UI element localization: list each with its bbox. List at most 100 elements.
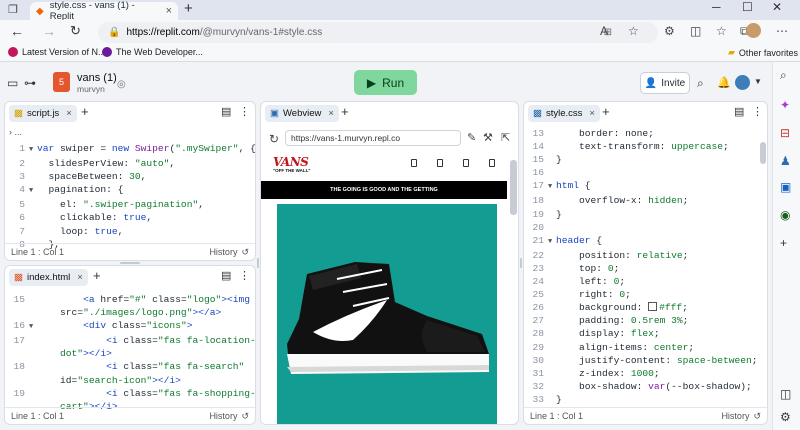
location-icon[interactable] — [411, 159, 417, 167]
split-screen-icon[interactable]: ◫ — [690, 24, 701, 38]
refresh-icon[interactable]: ↻ — [70, 23, 81, 39]
chevron-down-icon[interactable]: ▼ — [754, 77, 762, 86]
settings-more-icon[interactable]: ⋯ — [776, 24, 788, 38]
code-line[interactable]: 23 top: 0; — [524, 262, 758, 275]
code-line[interactable]: 28 display: flex; — [524, 327, 758, 340]
repl-name[interactable]: vans (1) — [77, 72, 117, 84]
repl-owner[interactable]: murvyn — [77, 84, 105, 94]
back-icon[interactable]: ← — [10, 23, 24, 39]
code-line[interactable]: 1 ▼ var swiper = new Swiper(".mySwiper", { — [5, 142, 255, 157]
panel-menu-icon[interactable]: ▤ — [221, 269, 231, 282]
shopping-icon[interactable]: ⊟ — [780, 126, 790, 140]
forward-icon[interactable]: → — [42, 23, 56, 39]
code-line[interactable]: 30 justify-content: space-between; — [524, 354, 757, 367]
color-swatch[interactable] — [648, 302, 658, 312]
edit-icon[interactable]: ✎ — [467, 131, 476, 144]
extensions-icon[interactable]: ⚙ — [664, 24, 675, 38]
code-line[interactable]: 29 align-items: center; — [524, 341, 758, 354]
code-line[interactable]: 21 ▼ header { — [524, 234, 758, 249]
maximize-icon[interactable]: ☐ — [742, 0, 753, 14]
outlook-icon[interactable]: ◉ — [780, 208, 790, 222]
hero-image[interactable] — [277, 204, 497, 424]
fold-chevron-icon[interactable]: ▼ — [29, 144, 37, 157]
favorite-star-icon[interactable]: ☆ — [628, 24, 639, 38]
sidebar-settings-icon[interactable]: ⚙ — [780, 410, 791, 424]
tools-icon[interactable]: ✦ — [780, 98, 790, 112]
resize-handle[interactable] — [520, 258, 522, 268]
code-line[interactable]: 13 border: none; — [524, 127, 758, 140]
webview-content[interactable]: VANS "OFF THE WALL" THE GOING IS GOOD AN… — [261, 149, 507, 424]
code-line[interactable]: 17 <i class="fas fa-location- — [5, 334, 255, 347]
tab-index-html[interactable]: ▩ index.html × — [9, 269, 88, 286]
code-line[interactable]: id="search-icon"></i> — [5, 374, 255, 387]
bookmark-item[interactable]: The Web Developer... — [102, 47, 203, 57]
invite-button[interactable]: 👤 Invite — [640, 72, 690, 94]
code-line[interactable]: 6 clickable: true, — [5, 211, 255, 224]
close-icon[interactable]: × — [589, 108, 595, 119]
close-icon[interactable]: × — [77, 272, 83, 283]
search-icon[interactable]: ⌕ — [780, 68, 787, 83]
address-bar[interactable]: 🔒 https://replit.com/@murvyn/vans-1#styl… — [98, 22, 658, 43]
history-link[interactable]: History — [209, 247, 237, 257]
run-button[interactable]: ▶ Run — [354, 70, 417, 95]
code-line[interactable]: 22 position: relative; — [524, 249, 758, 262]
code-line[interactable]: 19} — [524, 208, 758, 221]
close-tab-icon[interactable]: × — [166, 5, 172, 17]
resize-handle[interactable] — [257, 258, 259, 268]
code-line[interactable]: 5 el: ".swiper-pagination", — [5, 198, 255, 211]
code-line[interactable]: 4 ▼ pagination: { — [5, 183, 255, 198]
code-line[interactable]: 3 spaceBetween: 30, — [5, 170, 255, 183]
add-sidebar-icon[interactable]: + — [780, 236, 787, 250]
user-avatar[interactable] — [735, 75, 750, 90]
code-line[interactable]: 24 left: 0; — [524, 275, 758, 288]
vans-logo[interactable]: VANS — [273, 155, 309, 169]
code-line[interactable]: 7 loop: true, — [5, 225, 255, 238]
code-line[interactable]: src="./images/logo.png"></a> — [5, 306, 255, 319]
games-icon[interactable]: ♟ — [780, 154, 791, 168]
code-line[interactable]: 33} — [524, 393, 758, 406]
code-line[interactable]: 32 box-shadow: var(--box-shadow); — [524, 380, 758, 393]
office-icon[interactable]: ▣ — [780, 180, 791, 194]
close-window-icon[interactable]: ✕ — [772, 0, 782, 14]
history-icon[interactable]: ↺ — [241, 247, 249, 258]
menu-icon[interactable] — [489, 159, 495, 167]
read-aloud-icon[interactable]: A — [600, 24, 608, 38]
search-icon[interactable] — [437, 159, 443, 167]
index-code[interactable]: 15 <a href="#" class="logo"><img src="./… — [5, 293, 255, 413]
open-new-window-icon[interactable]: ⇱ — [501, 131, 510, 144]
code-line[interactable]: 16 — [524, 166, 758, 179]
new-tab-icon[interactable]: + — [81, 104, 89, 119]
more-icon[interactable]: ⋮ — [239, 105, 250, 118]
code-line[interactable]: dot"></i> — [5, 347, 255, 360]
close-icon[interactable]: × — [328, 108, 334, 119]
code-line[interactable]: 20 — [524, 221, 758, 234]
fold-chevron-icon[interactable]: ▼ — [29, 185, 37, 198]
code-line[interactable]: 17 ▼ html { — [524, 179, 758, 194]
fold-chevron-icon[interactable]: ▼ — [548, 181, 556, 194]
tab-style-css[interactable]: ▩ style.css × — [528, 105, 600, 122]
favorites-icon[interactable]: ☆ — [716, 24, 727, 38]
sidebar-toggle-icon[interactable]: ▭ — [7, 76, 18, 90]
browser-tab[interactable]: ◆ style.css - vans (1) - Replit × — [30, 0, 178, 22]
new-tab-icon[interactable]: + — [184, 0, 193, 17]
other-favorites[interactable]: ▰ Other favorites — [728, 47, 798, 58]
new-tab-icon[interactable]: + — [602, 104, 610, 119]
code-line[interactable]: 19 <i class="fas fa-shopping- — [5, 387, 255, 400]
refresh-icon[interactable]: ↻ — [269, 132, 279, 146]
tab-webview[interactable]: ▣ Webview × — [265, 105, 339, 122]
fold-chevron-icon[interactable]: ▼ — [548, 236, 556, 249]
file-tree-icon[interactable]: ⊶ — [24, 76, 36, 90]
code-line[interactable]: 25 right: 0; — [524, 288, 758, 301]
close-icon[interactable]: × — [66, 108, 72, 119]
history-icon[interactable]: ↺ — [241, 411, 249, 422]
code-line[interactable]: 18 <i class="fas fa-search" — [5, 360, 255, 373]
panel-menu-icon[interactable]: ▤ — [734, 105, 744, 118]
cart-icon[interactable] — [463, 159, 469, 167]
style-code[interactable]: 13 border: none; 14 text-transform: upper… — [524, 127, 758, 406]
code-line[interactable]: 16 ▼ <div class="icons"> — [5, 319, 255, 334]
new-tab-icon[interactable]: + — [93, 268, 101, 283]
history-icon[interactable]: ↺ — [753, 411, 761, 422]
tab-script-js[interactable]: ▩ script.js × — [9, 105, 77, 122]
webview-scrollbar[interactable] — [510, 160, 517, 215]
more-icon[interactable]: ⋮ — [239, 269, 250, 282]
